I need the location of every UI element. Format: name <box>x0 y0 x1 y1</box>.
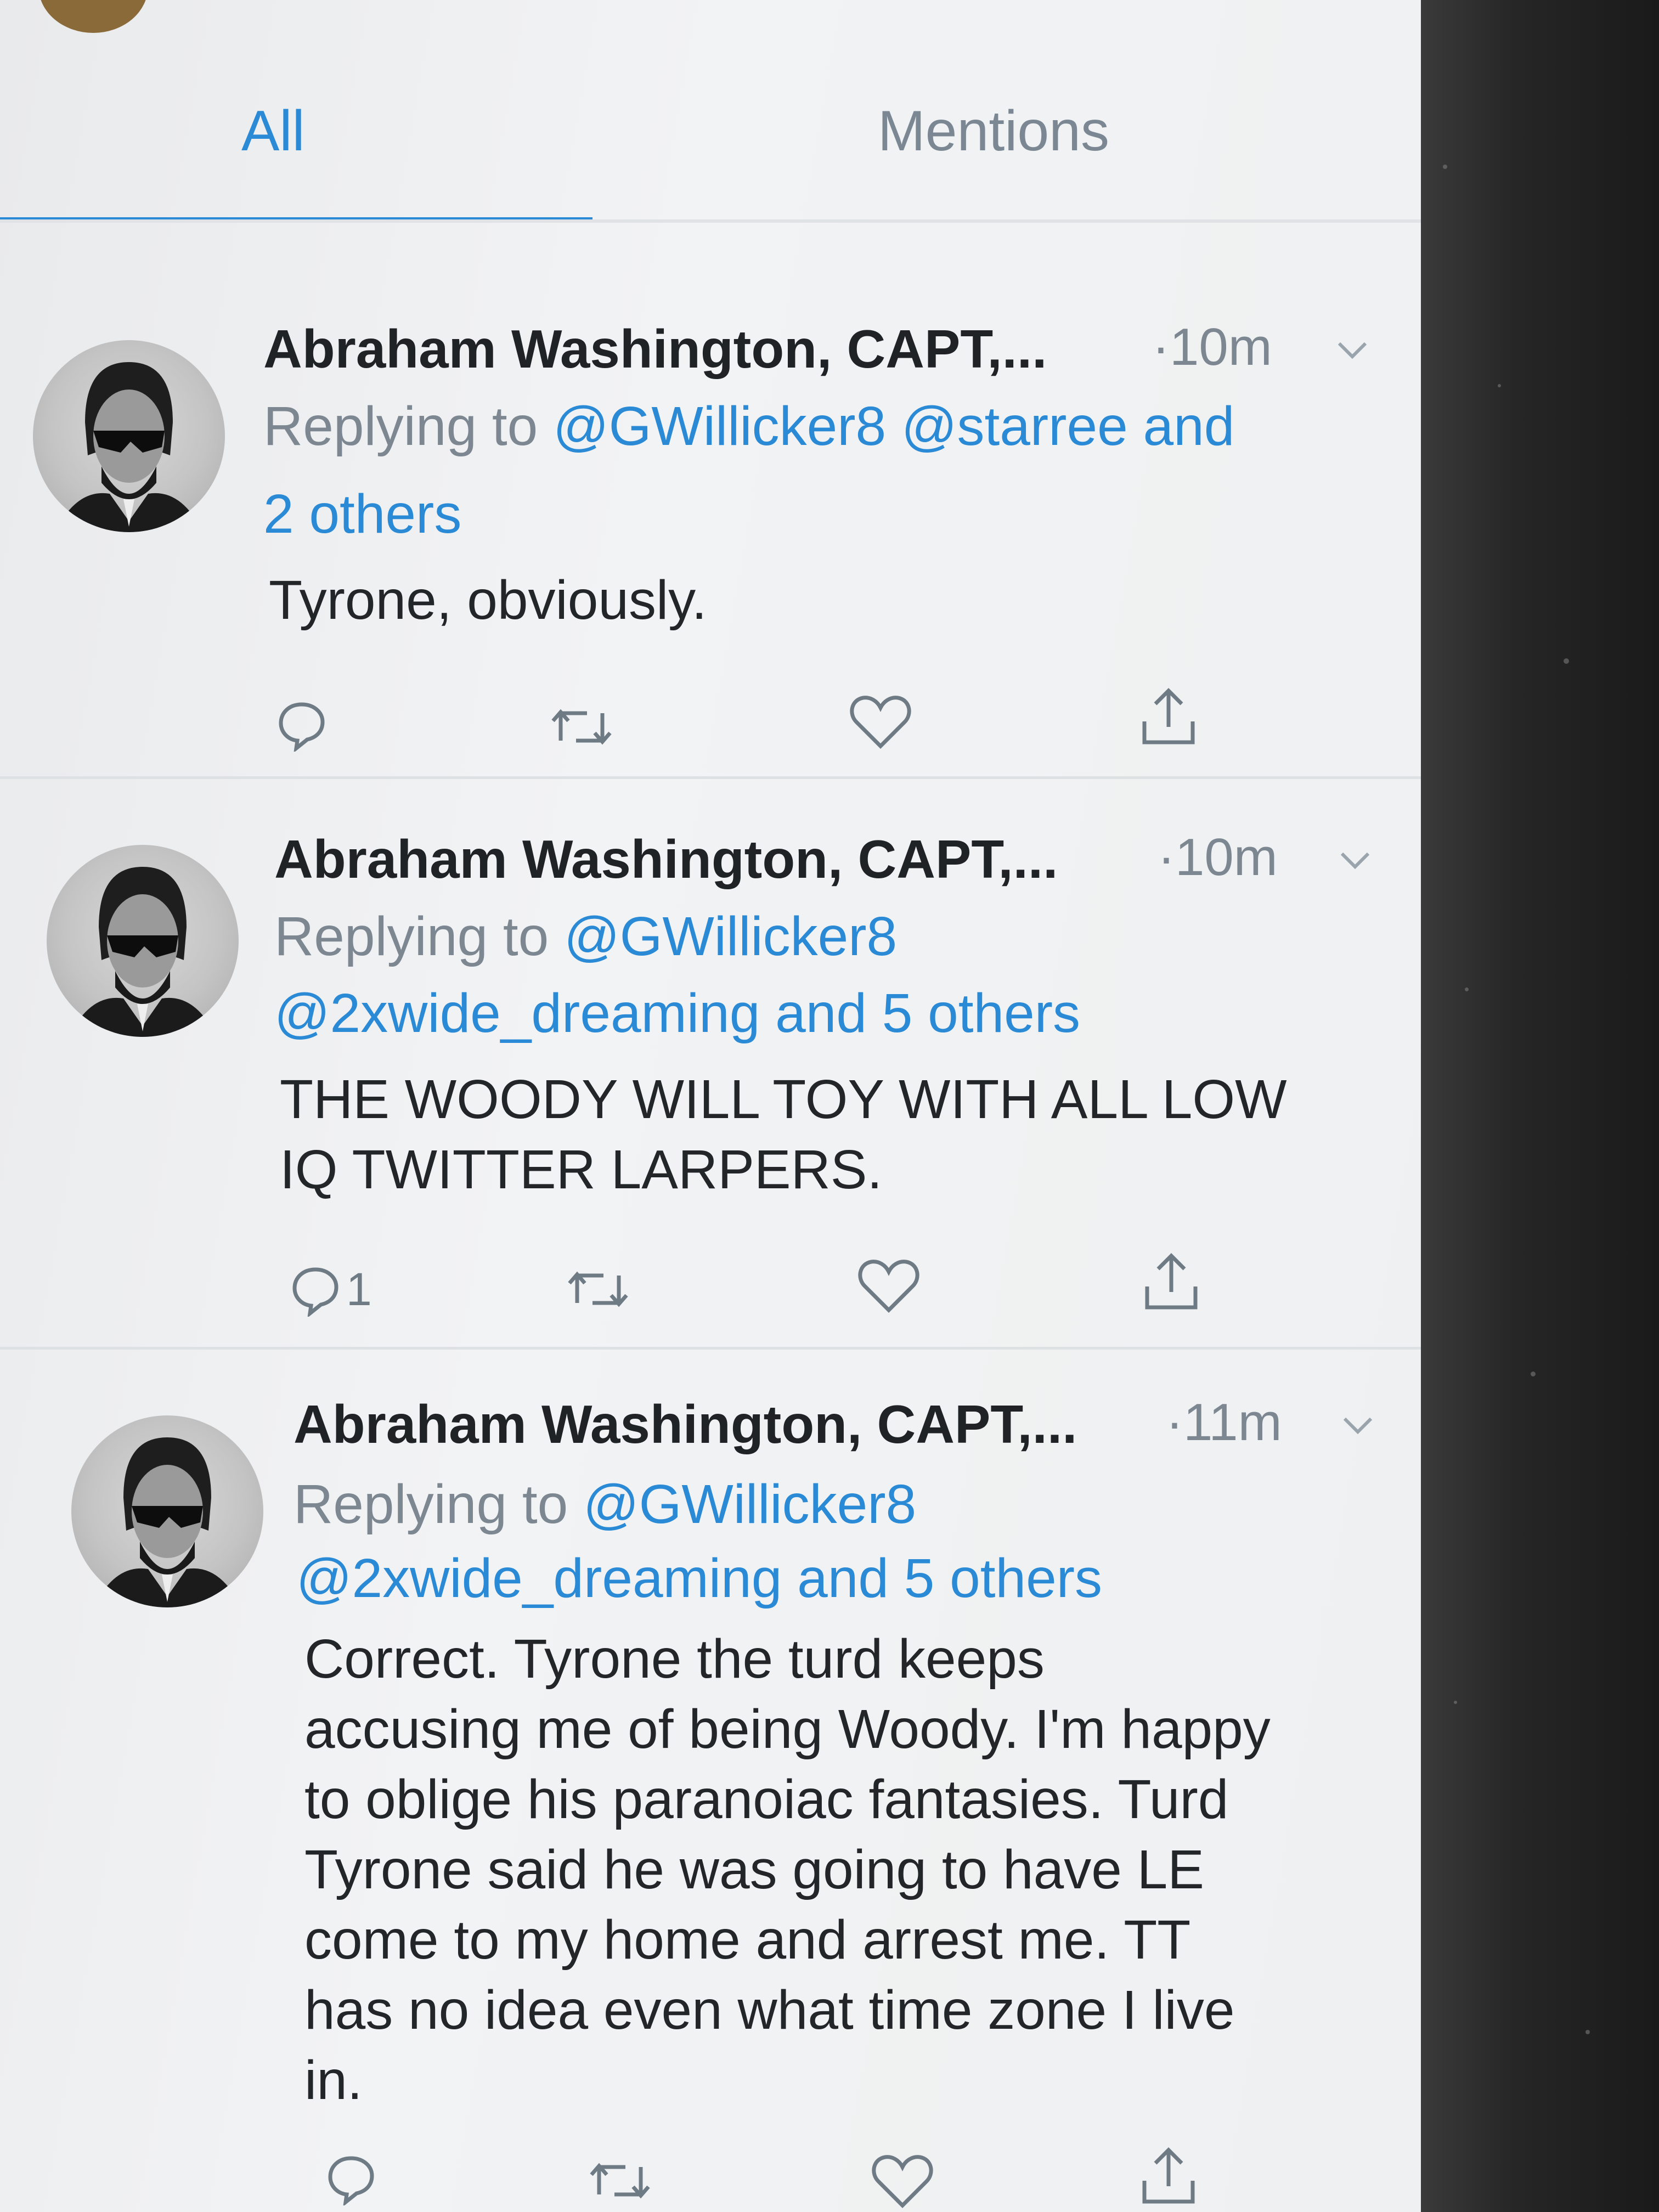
reply-others[interactable]: 2 others <box>263 483 461 546</box>
avatar[interactable] <box>47 845 239 1037</box>
reply-icon <box>328 2156 374 2205</box>
author-name[interactable]: Abraham Washington, CAPT,... <box>274 828 1058 890</box>
retweet-button[interactable] <box>587 2156 653 2205</box>
retweet-button[interactable] <box>565 1265 631 1314</box>
reply-handles[interactable]: @GWillicker8 @starree <box>553 396 1128 457</box>
chevron-down-icon[interactable] <box>1341 1414 1374 1436</box>
lincoln-portrait-icon <box>55 362 203 532</box>
avatar[interactable] <box>33 340 225 532</box>
like-button[interactable] <box>870 2151 935 2211</box>
chevron-down-icon[interactable] <box>1336 339 1369 361</box>
chevron-down-icon[interactable] <box>1339 849 1372 871</box>
reply-button[interactable] <box>274 697 332 752</box>
device-bezel <box>1421 0 1659 2212</box>
replying-to-prefix: Replying to <box>294 1474 568 1535</box>
share-button[interactable] <box>1138 1248 1204 1314</box>
replying-to-prefix: Replying to <box>263 396 538 457</box>
reply-handles[interactable]: @GWillicker8 <box>583 1474 916 1535</box>
share-icon <box>1142 2147 1195 2204</box>
tweet[interactable]: Abraham Washington, CAPT,... ·11m Replyi… <box>0 1350 1421 2212</box>
like-button[interactable] <box>856 1255 922 1316</box>
tweet[interactable]: Abraham Washington, CAPT,... ·10m Replyi… <box>0 274 1421 768</box>
like-icon <box>850 696 911 749</box>
reply-icon <box>279 702 325 752</box>
like-button[interactable] <box>848 691 913 752</box>
share-button[interactable] <box>1136 683 1201 749</box>
author-name[interactable]: Abraham Washington, CAPT,... <box>263 318 1047 380</box>
tab-all[interactable]: All <box>241 99 305 164</box>
replying-to: Replying to @GWillicker8 <box>274 905 897 968</box>
avatar[interactable] <box>71 1415 263 1607</box>
tweet-text: Correct. Tyrone the turd keeps accusing … <box>304 1628 1271 2111</box>
reply-icon <box>292 1267 338 1317</box>
lincoln-portrait-icon <box>69 867 217 1037</box>
retweet-icon <box>551 709 612 745</box>
tweet-time: ·10m <box>1158 828 1278 887</box>
tweet-time: ·10m <box>1152 318 1272 376</box>
tweet[interactable]: Abraham Washington, CAPT,... ·10m Replyi… <box>0 779 1421 1339</box>
reply-button[interactable] <box>324 2151 382 2205</box>
tweet-text: THE WOODY WILL TOY WITH ALL LOW IQ TWITT… <box>280 1069 1287 1200</box>
reply-and[interactable]: and <box>1143 396 1235 457</box>
replying-to: Replying to @GWillicker8 @starree and <box>263 395 1234 458</box>
lincoln-portrait-icon <box>93 1437 241 1607</box>
author-name[interactable]: Abraham Washington, CAPT,... <box>294 1393 1077 1455</box>
retweet-button[interactable] <box>549 702 614 752</box>
tweet-text: Tyrone, obviously. <box>269 569 707 631</box>
retweet-icon <box>568 1271 628 1307</box>
like-icon <box>872 2155 933 2208</box>
profile-avatar[interactable] <box>38 0 148 33</box>
reply-count: 1 <box>346 1263 372 1315</box>
share-button[interactable] <box>1136 2142 1201 2208</box>
share-icon <box>1142 688 1195 744</box>
share-icon <box>1145 1253 1198 1310</box>
replying-to-prefix: Replying to <box>274 906 549 967</box>
reply-button[interactable]: 1 <box>288 1262 372 1317</box>
reply-handles[interactable]: @GWillicker8 <box>564 906 897 967</box>
tabs-divider <box>0 219 1421 223</box>
notification-tabs: All Mentions <box>0 66 1421 225</box>
notifications-screen: All Mentions Abraham Washington, CAPT,..… <box>0 0 1421 2212</box>
reply-others[interactable]: @2xwide_dreaming and 5 others <box>274 982 1080 1045</box>
tweet-time: ·11m <box>1166 1393 1282 1452</box>
retweet-icon <box>590 2163 650 2199</box>
replying-to: Replying to @GWillicker8 <box>294 1473 916 1536</box>
tab-mentions[interactable]: Mentions <box>878 99 1109 164</box>
reply-others[interactable]: @2xwide_dreaming and 5 others <box>296 1547 1102 1610</box>
like-icon <box>858 1260 919 1313</box>
